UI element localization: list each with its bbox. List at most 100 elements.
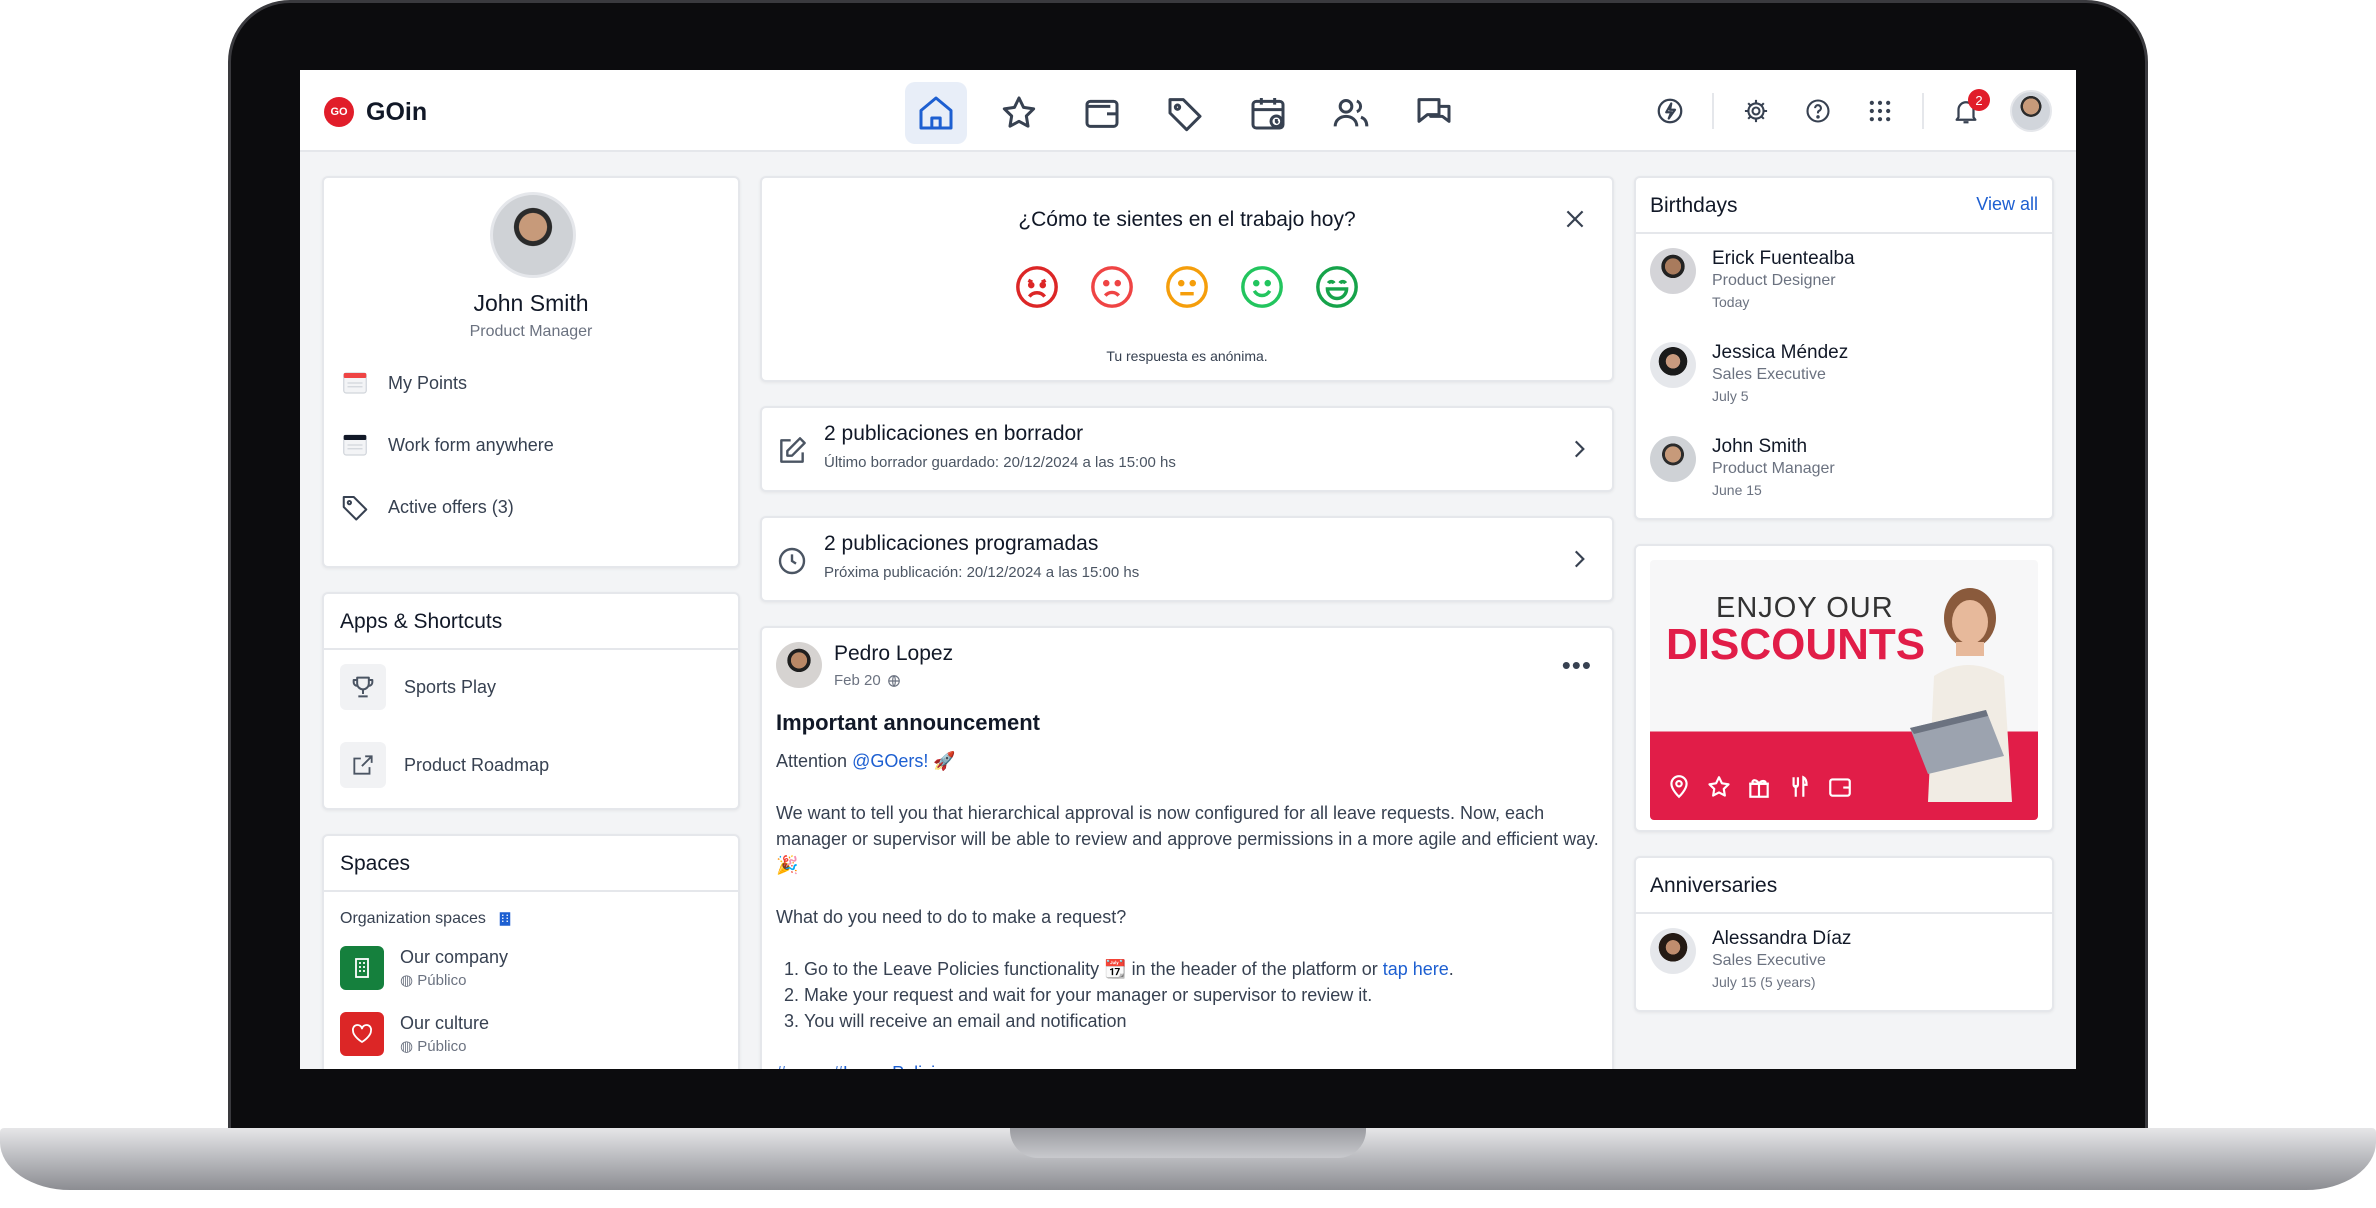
nav-chat[interactable] <box>1403 82 1465 144</box>
avatar <box>1650 928 1696 974</box>
more-options-icon[interactable]: ••• <box>1562 650 1592 681</box>
quick-actions-button[interactable] <box>1650 91 1690 131</box>
profile-link-label: My Points <box>388 372 468 393</box>
profile-link-work-form[interactable]: Work form anywhere <box>340 430 554 460</box>
wallet-icon <box>1829 778 1851 797</box>
attention-text: Attention <box>776 751 853 771</box>
anonymous-note: Tu respuesta es anónima. <box>1106 348 1268 364</box>
anniversary-person[interactable]: Alessandra Díaz Sales Executive July 15 (5… <box>1650 928 1851 990</box>
person-name: John Smith <box>1712 436 1808 457</box>
top-bar: GO GOin 2 <box>300 70 2076 152</box>
mention-link[interactable]: @GOers! <box>852 751 928 771</box>
post-steps: Go to the Leave Policies functionality 📆… <box>776 956 1602 1034</box>
clock-icon <box>776 545 808 582</box>
shortcut-label: Product Roadmap <box>404 754 550 775</box>
edit-icon <box>776 435 808 472</box>
discounts-banner[interactable]: ENJOY OUR DISCOUNTS <box>1650 560 2038 820</box>
step-1: Go to the Leave Policies functionality 📆… <box>804 956 1602 982</box>
post-hashtags[interactable]: #news #LeavePolicies <box>776 1060 1602 1069</box>
close-button[interactable] <box>1562 206 1588 237</box>
laptop-frame: GO GOin 2 John Smith Product Manager My … <box>0 0 2376 1208</box>
feed-post: Pedro Lopez Feb 20 ••• Important announc… <box>760 626 1614 1069</box>
globe-icon <box>887 674 900 687</box>
app-logo[interactable]: GO GOin <box>324 97 427 127</box>
shortcut-product-roadmap[interactable]: Product Roadmap <box>340 742 549 788</box>
banner-icons <box>1666 774 1854 800</box>
neutral-face-icon[interactable] <box>1164 264 1210 310</box>
scheduled-subtitle: Próxima publicación: 20/12/2024 a las 15… <box>824 564 1140 581</box>
birthdays-card: Birthdays View all Erick Fuentealba Produ… <box>1634 176 2054 520</box>
nav-home[interactable] <box>905 82 967 144</box>
divider <box>1636 232 2052 234</box>
user-avatar[interactable] <box>2010 90 2052 132</box>
person-date: July 15 (5 years) <box>1712 974 1816 990</box>
profile-link-my-points[interactable]: My Points <box>340 368 467 398</box>
space-our-company[interactable]: Our company ◍ Público <box>340 946 508 990</box>
step-2: Make your request and wait for your mana… <box>804 982 1602 1008</box>
apps-grid-button[interactable] <box>1860 91 1900 131</box>
nav-favorites[interactable] <box>988 82 1050 144</box>
step-text: . <box>1448 959 1454 979</box>
birthday-person[interactable]: John Smith Product Manager June 15 <box>1650 436 1835 498</box>
post-author[interactable]: Pedro Lopez <box>834 642 953 666</box>
person-role: Sales Executive <box>1712 366 1826 383</box>
post-question: What do you need to do to make a request… <box>776 907 1127 927</box>
divider <box>1922 93 1924 129</box>
avatar <box>1650 342 1696 388</box>
birthday-person[interactable]: Erick Fuentealba Product Designer Today <box>1650 248 1855 310</box>
profile-link-active-offers[interactable]: Active offers (3) <box>340 492 514 522</box>
nav-offers[interactable] <box>1154 82 1216 144</box>
external-link-icon <box>340 742 386 788</box>
close-icon <box>1566 210 1584 228</box>
globe-icon: ◍ <box>400 972 414 989</box>
profile-avatar[interactable] <box>490 192 576 278</box>
very-sad-face-icon[interactable] <box>1014 264 1060 310</box>
nav-calendar[interactable] <box>1237 82 1299 144</box>
section-label: Organization spaces <box>340 910 486 927</box>
step-text: Go to the Leave Policies functionality 📆… <box>804 959 1383 979</box>
points-icon <box>340 368 370 398</box>
apps-shortcuts-card: Apps & Shortcuts Sports Play Product Roa… <box>322 592 740 810</box>
grid-icon <box>1869 100 1891 122</box>
banner-line-2: DISCOUNTS <box>1666 620 1926 669</box>
person-date: July 5 <box>1712 388 1749 404</box>
wallet-icon <box>1085 99 1119 128</box>
shortcut-label: Sports Play <box>404 676 497 697</box>
profile-name[interactable]: John Smith <box>324 290 738 317</box>
post-body: Attention @GOers! 🚀 We want to tell you … <box>776 748 1602 1069</box>
very-happy-face-icon[interactable] <box>1314 264 1360 310</box>
building-icon <box>499 912 511 926</box>
settings-button[interactable] <box>1736 91 1776 131</box>
avatar <box>1650 436 1696 482</box>
nav-wallet[interactable] <box>1071 82 1133 144</box>
view-all-link[interactable]: View all <box>1976 194 2038 215</box>
birthdays-title: Birthdays <box>1650 194 1738 217</box>
spaces-card: Spaces Organization spaces Our company ◍… <box>322 834 740 1069</box>
space-our-culture[interactable]: Our culture ◍ Público <box>340 1012 489 1056</box>
promo-card[interactable]: ENJOY OUR DISCOUNTS <box>1634 544 2054 832</box>
drafts-card[interactable]: 2 publicaciones en borrador Último borra… <box>760 406 1614 492</box>
person-name: Erick Fuentealba <box>1712 248 1855 269</box>
tap-here-link[interactable]: tap here <box>1383 959 1449 979</box>
happy-face-icon[interactable] <box>1239 264 1285 310</box>
sad-face-icon[interactable] <box>1089 264 1135 310</box>
heart-icon <box>340 1012 384 1056</box>
person-name: Alessandra Díaz <box>1712 928 1852 949</box>
space-visibility: ◍ Público <box>400 971 508 989</box>
shortcut-sports-play[interactable]: Sports Play <box>340 664 496 710</box>
app-screen: GO GOin 2 John Smith Product Manager My … <box>300 70 2076 1069</box>
nav-people[interactable] <box>1320 82 1382 144</box>
post-paragraph: We want to tell you that hierarchical ap… <box>776 803 1599 875</box>
app-name: GOin <box>366 97 428 126</box>
notifications-button[interactable]: 2 <box>1946 89 1990 131</box>
post-author-avatar[interactable] <box>776 642 822 688</box>
avatar <box>1650 248 1696 294</box>
rocket-emoji: 🚀 <box>933 751 956 771</box>
location-pin-icon <box>1670 775 1688 799</box>
star-icon <box>1002 96 1036 128</box>
divider <box>1712 93 1714 129</box>
birthday-person[interactable]: Jessica Méndez Sales Executive July 5 <box>1650 342 1848 404</box>
help-button[interactable] <box>1798 91 1838 131</box>
logo-badge: GO <box>324 97 354 127</box>
scheduled-card[interactable]: 2 publicaciones programadas Próxima publ… <box>760 516 1614 602</box>
